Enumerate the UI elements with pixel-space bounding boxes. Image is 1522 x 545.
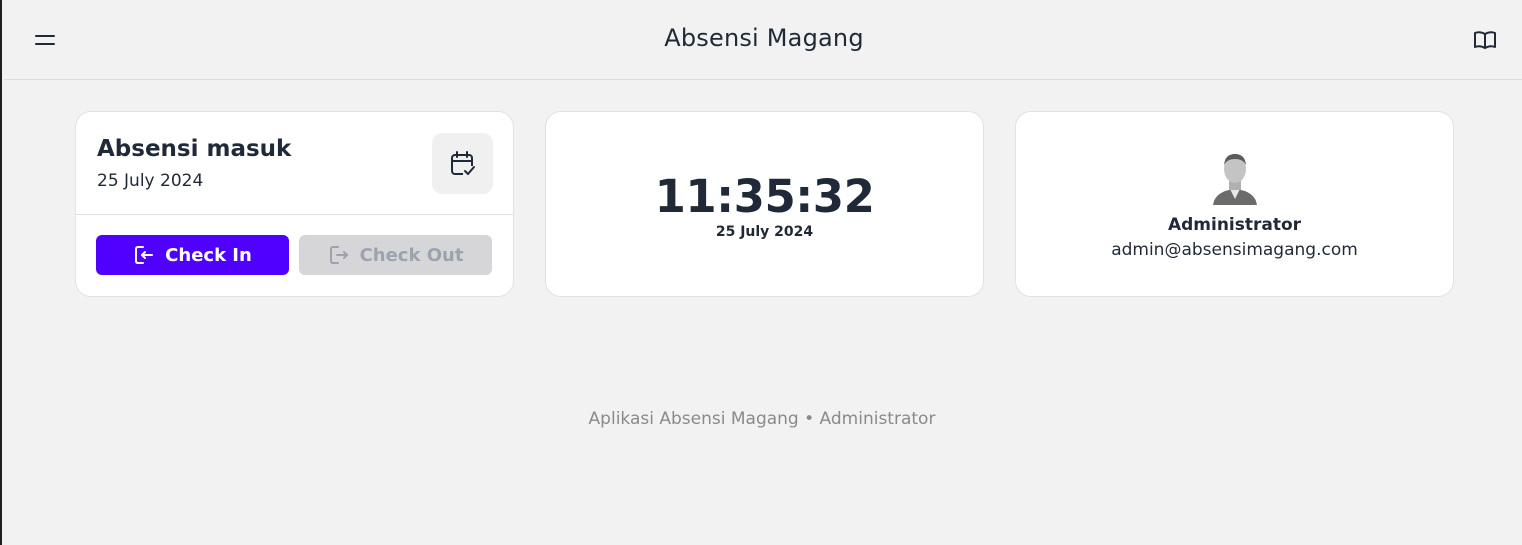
app-frame: Absensi Magang Absensi masuk 25 July 202… [0, 0, 1522, 545]
user-card: Administrator admin@absensimagang.com [1015, 111, 1454, 297]
login-icon [135, 246, 154, 264]
clock-card: 11:35:32 25 July 2024 [545, 111, 984, 297]
attendance-title: Absensi masuk [97, 136, 292, 162]
check-out-label: Check Out [359, 244, 464, 266]
calendar-check-icon [450, 150, 476, 178]
top-bar: Absensi Magang [4, 0, 1522, 80]
check-in-button[interactable]: Check In [96, 235, 289, 275]
attendance-card: Absensi masuk 25 July 2024 Check In Chec… [75, 111, 514, 297]
guide-button[interactable] [1470, 26, 1500, 54]
logout-icon [329, 246, 348, 264]
app-title: Absensi Magang [664, 24, 864, 52]
calendar-button[interactable] [432, 133, 493, 194]
attendance-date: 25 July 2024 [97, 171, 204, 191]
clock-time: 11:35:32 [654, 169, 875, 223]
clock-date: 25 July 2024 [715, 223, 814, 240]
book-icon [1474, 31, 1496, 49]
user-name: Administrator [1167, 214, 1302, 235]
card-divider [76, 214, 513, 215]
check-out-button[interactable]: Check Out [299, 235, 492, 275]
avatar [1212, 153, 1257, 205]
footer-text: Aplikasi Absensi Magang • Administrator [588, 409, 936, 429]
user-email: admin@absensimagang.com [1111, 239, 1358, 260]
check-in-label: Check In [165, 244, 252, 266]
